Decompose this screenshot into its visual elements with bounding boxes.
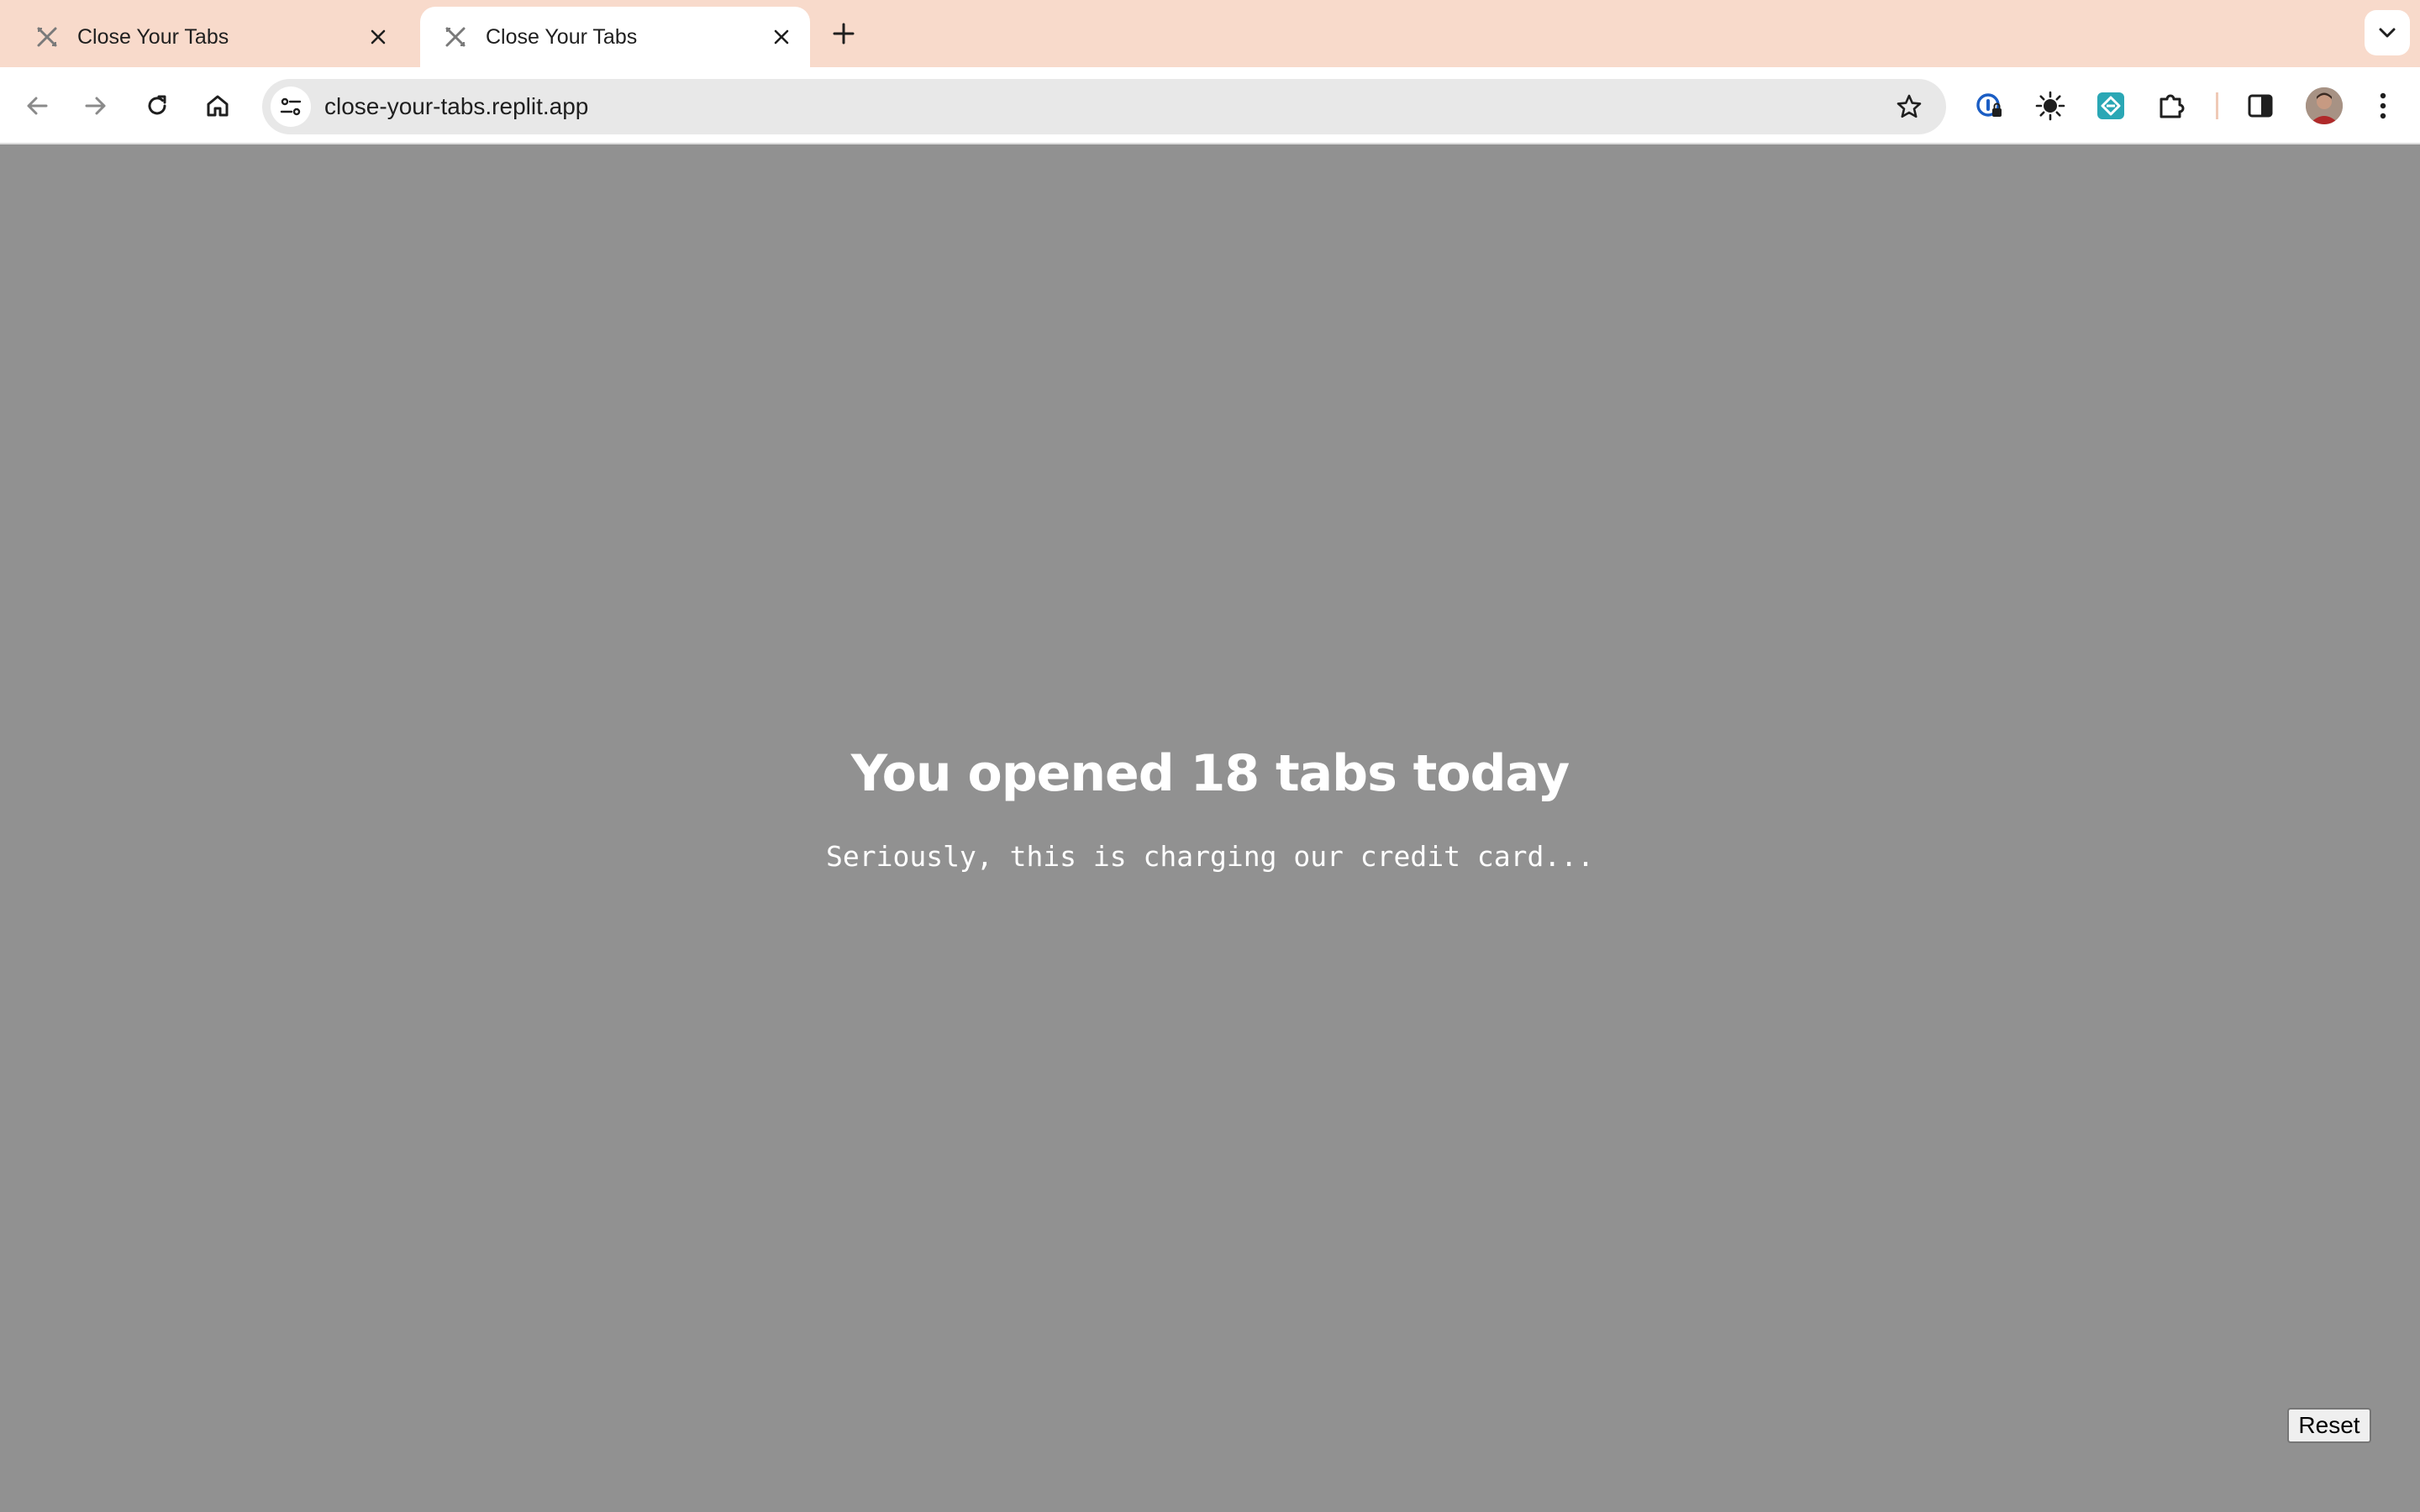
tab-search-button[interactable]: [2365, 10, 2410, 55]
browser-toolbar: close-your-tabs.replit.app: [0, 67, 2420, 144]
forward-button[interactable]: [76, 86, 116, 126]
page-content: You opened 18 tabs today Seriously, this…: [0, 146, 2420, 1512]
tab-strip: Close Your Tabs Close Your Tabs: [0, 0, 2420, 67]
new-tab-button[interactable]: [827, 17, 860, 50]
tab-close-icon[interactable]: [361, 20, 395, 54]
arrow-right-icon: [85, 97, 106, 115]
password-manager-icon: [1976, 93, 2002, 117]
back-button[interactable]: [17, 86, 57, 126]
password-manager-extension[interactable]: [1970, 86, 2010, 126]
puzzle-icon: [2160, 94, 2185, 118]
teal-extension[interactable]: [2091, 86, 2131, 126]
reload-icon: [148, 95, 166, 115]
extensions-button[interactable]: [2151, 86, 2191, 126]
home-icon: [207, 95, 229, 117]
tab-close-your-tabs-1[interactable]: Close Your Tabs: [12, 7, 407, 67]
reset-button[interactable]: Reset: [2287, 1408, 2371, 1443]
side-panel-icon: [2248, 94, 2273, 118]
chevron-down-icon: [2379, 28, 2396, 38]
more-vertical-icon: [2380, 92, 2386, 119]
address-bar[interactable]: close-your-tabs.replit.app: [262, 79, 1946, 134]
toolbar-divider: [2216, 92, 2218, 119]
arrow-left-icon: [27, 97, 48, 115]
sun-icon: [2035, 91, 2065, 121]
home-button[interactable]: [197, 86, 238, 126]
sun-extension[interactable]: [2030, 86, 2070, 126]
profile-avatar[interactable]: [2306, 87, 2343, 124]
url-text[interactable]: close-your-tabs.replit.app: [324, 79, 588, 134]
tab-close-your-tabs-2[interactable]: Close Your Tabs: [420, 7, 810, 67]
tune-icon: [280, 97, 302, 116]
side-panel-button[interactable]: [2240, 86, 2281, 126]
replit-favicon-icon: [445, 27, 466, 47]
tab-close-icon[interactable]: [765, 20, 798, 54]
bookmark-button[interactable]: [1889, 87, 1929, 127]
plus-icon: [833, 23, 855, 45]
tab-title: Close Your Tabs: [77, 24, 229, 49]
site-info-button[interactable]: [271, 87, 311, 127]
browser-menu-button[interactable]: [2363, 86, 2403, 126]
reload-button[interactable]: [137, 86, 177, 126]
tabs-opened-headline: You opened 18 tabs today: [850, 744, 1570, 803]
star-icon: [1897, 94, 1922, 118]
tab-title: Close Your Tabs: [486, 24, 638, 49]
profile-avatar-icon: [2306, 87, 2343, 124]
replit-favicon-icon: [37, 27, 57, 47]
diamond-extension-icon: [2097, 92, 2124, 119]
credit-card-message: Seriously, this is charging our credit c…: [826, 840, 1594, 873]
